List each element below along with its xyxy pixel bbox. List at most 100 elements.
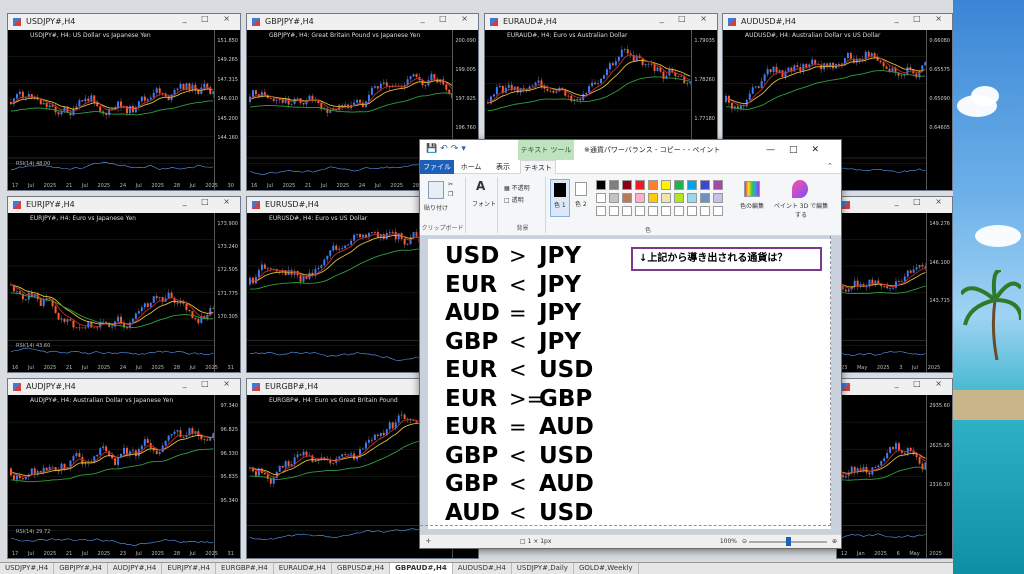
tab-home[interactable]: ホーム <box>456 160 486 174</box>
opaque-option[interactable]: ▦ 不透明 <box>504 183 530 192</box>
chart-window-controls[interactable]: _ □ × <box>183 14 236 23</box>
candle <box>287 461 290 467</box>
palette-swatch[interactable] <box>635 180 645 190</box>
palette-swatch[interactable] <box>596 193 606 203</box>
chart-window-controls[interactable]: _ □ × <box>895 197 948 206</box>
chart-tab[interactable]: GBPAUD#,H4 <box>390 563 453 574</box>
chart-tab[interactable]: AUDUSD#,H4 <box>453 563 512 574</box>
tab-file[interactable]: ファイル <box>420 160 454 174</box>
palette-swatch-empty[interactable] <box>713 206 723 216</box>
zoom-out-icon[interactable]: ⊝ <box>742 538 747 545</box>
palette-swatch-empty[interactable] <box>609 206 619 216</box>
candle <box>102 446 105 449</box>
palette-swatch-empty[interactable] <box>700 206 710 216</box>
paste-icon[interactable] <box>428 181 444 199</box>
price-tick: 1.78260 <box>694 76 715 83</box>
palette-swatch[interactable] <box>674 193 684 203</box>
undo-icon[interactable]: ↶ <box>440 144 451 154</box>
palette-swatch[interactable] <box>635 193 645 203</box>
redo-icon[interactable]: ↷ <box>451 144 462 154</box>
chart-window-controls[interactable]: _ □ × <box>421 14 474 23</box>
color2-button[interactable]: 色 2 <box>573 179 591 217</box>
minimize-icon[interactable]: — <box>766 145 789 155</box>
chart-tab[interactable]: GBPUSD#,H4 <box>332 563 391 574</box>
palette-swatch-empty[interactable] <box>674 206 684 216</box>
chart-window-controls[interactable]: _ □ × <box>183 197 236 206</box>
palette-swatch[interactable] <box>648 180 658 190</box>
candle <box>897 443 900 451</box>
palette-swatch[interactable] <box>622 180 632 190</box>
collapse-ribbon-icon[interactable]: ⌃ <box>827 162 833 170</box>
maximize-icon[interactable]: □ <box>789 145 812 155</box>
canvas-resize-edge-bottom[interactable] <box>420 525 831 526</box>
chart-window-controls[interactable]: _ □ × <box>895 379 948 388</box>
candle <box>48 105 51 108</box>
chart-window[interactable]: _ □ × 149.276 146.100 143.715 23 May 2025 3 … <box>836 196 953 373</box>
font-button-label[interactable]: フォント <box>472 199 496 208</box>
drawing-canvas[interactable]: ↓上記から導き出される通貨は？ USD > JPY EUR < JPY AUD = JPY GBP… <box>428 239 831 529</box>
paint-window[interactable]: 💾↶↷▾ テキスト ツール ※通貨パワーバランス - コピー - - ペイント … <box>419 139 842 549</box>
candle <box>880 461 883 466</box>
palette-swatch-empty[interactable] <box>596 206 606 216</box>
paint3d-label[interactable]: ペイント 3D で編集する <box>772 201 830 219</box>
window-controls[interactable]: —□✕ <box>766 140 833 160</box>
transparent-option[interactable]: □ 透明 <box>504 195 524 204</box>
canvas-resize-edge[interactable] <box>830 236 831 526</box>
candle <box>30 468 33 475</box>
chart-window-controls[interactable]: _ □ × <box>895 14 948 23</box>
chart-window-controls[interactable]: _ □ × <box>183 379 236 388</box>
palette-swatch[interactable] <box>648 193 658 203</box>
chart-tab[interactable]: USDJPY#,Daily <box>512 563 574 574</box>
palette-swatch[interactable] <box>700 193 710 203</box>
edit-colors-label[interactable]: 色の編集 <box>740 201 770 210</box>
copy-icon[interactable]: ❐ <box>448 191 453 198</box>
palette-swatch-empty[interactable] <box>661 206 671 216</box>
palette-swatch[interactable] <box>609 193 619 203</box>
chart-tab[interactable]: USDJPY#,H4 <box>0 563 55 574</box>
zoom-slider-thumb[interactable] <box>786 537 791 546</box>
chart-tab[interactable]: GOLD#,Weekly <box>574 563 639 574</box>
chart-window[interactable]: EURJPY#,H4 _ □ × EURJPY#, H4: Euro vs Japa… <box>7 196 241 373</box>
chart-tab[interactable]: EURAUD#,H4 <box>274 563 332 574</box>
chart-tab[interactable]: EURGBP#,H4 <box>216 563 274 574</box>
palette-swatch[interactable] <box>687 180 697 190</box>
chart-window[interactable]: USDJPY#,H4 _ □ × USDJPY#, H4: US Dollar vs… <box>7 13 241 191</box>
palette-swatch-empty[interactable] <box>635 206 645 216</box>
chart-tab[interactable]: AUDJPY#,H4 <box>108 563 163 574</box>
chart-tab[interactable]: GBPJPY#,H4 <box>54 563 108 574</box>
palette-swatch[interactable] <box>622 193 632 203</box>
paint-titlebar[interactable]: 💾↶↷▾ テキスト ツール ※通貨パワーバランス - コピー - - ペイント … <box>420 140 841 160</box>
edit-colors-icon[interactable] <box>744 181 760 197</box>
color1-button[interactable]: 色 1 <box>550 179 570 217</box>
chart-window-controls[interactable]: _ □ × <box>660 14 713 23</box>
palette-swatch[interactable] <box>713 180 723 190</box>
paste-button-label[interactable]: 貼り付け <box>424 203 448 212</box>
paint3d-icon[interactable] <box>792 180 808 198</box>
qat-dropdown-icon[interactable]: ▾ <box>461 144 469 154</box>
candle <box>323 259 326 266</box>
palette-swatch[interactable] <box>609 180 619 190</box>
price-tick: 2935.60 <box>929 403 950 409</box>
chart-window[interactable]: AUDJPY#,H4 _ □ × AUDJPY#, H4: Australian D… <box>7 378 241 559</box>
palette-swatch[interactable] <box>661 180 671 190</box>
palette-swatch[interactable] <box>596 180 606 190</box>
cut-icon[interactable]: ✂ <box>448 181 453 188</box>
palette-swatch[interactable] <box>700 180 710 190</box>
palette-swatch[interactable] <box>713 193 723 203</box>
palette-swatch[interactable] <box>687 193 697 203</box>
zoom-in-icon[interactable]: ⊕ <box>832 538 837 545</box>
chart-tab[interactable]: EURJPY#,H4 <box>162 563 217 574</box>
font-icon[interactable]: A <box>476 179 485 193</box>
palette-swatch-empty[interactable] <box>648 206 658 216</box>
close-icon[interactable]: ✕ <box>811 145 833 155</box>
tab-text[interactable]: テキスト <box>520 160 556 174</box>
save-icon[interactable]: 💾 <box>426 144 440 154</box>
chart-window[interactable]: _ □ × 2935.60 2625.95 2316.30 12 Jan 2025 6 … <box>836 378 953 559</box>
quick-access-toolbar[interactable]: 💾↶↷▾ <box>426 144 469 154</box>
palette-swatch-empty[interactable] <box>622 206 632 216</box>
palette-swatch-empty[interactable] <box>687 206 697 216</box>
palette-swatch[interactable] <box>674 180 684 190</box>
palette-swatch[interactable] <box>661 193 671 203</box>
background-group-label: 背景 <box>516 225 529 232</box>
tab-view[interactable]: 表示 <box>488 160 518 174</box>
